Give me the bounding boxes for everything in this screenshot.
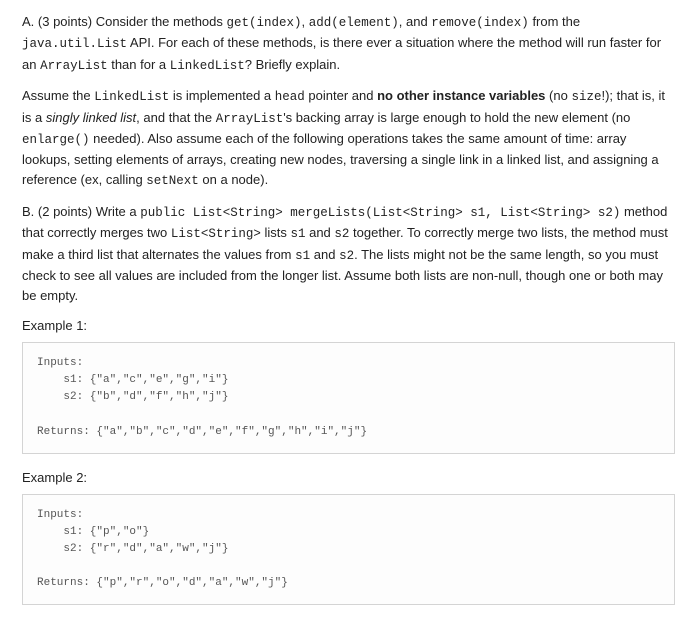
code-head: head xyxy=(275,90,305,104)
code-linkedlist: LinkedList xyxy=(170,59,245,73)
example-2-label: Example 2: xyxy=(22,468,675,488)
code-linkedlist: LinkedList xyxy=(94,90,169,104)
code-setnext: setNext xyxy=(146,174,199,188)
code-enlarge: enlarge() xyxy=(22,133,90,147)
text: , xyxy=(302,14,309,29)
code-java-util-list: java.util.List xyxy=(22,37,127,51)
code-s1: s1 xyxy=(290,227,305,241)
code-add-element: add(element) xyxy=(309,16,399,30)
code-size: size xyxy=(571,90,601,104)
code-s2: s2 xyxy=(334,227,349,241)
code-get-index: get(index) xyxy=(227,16,302,30)
part-a-paragraph-1: A. (3 points) Consider the methods get(i… xyxy=(22,12,675,76)
text: from the xyxy=(529,14,580,29)
text: on a node). xyxy=(199,172,268,187)
text: , and that the xyxy=(136,110,216,125)
example-1-label: Example 1: xyxy=(22,316,675,336)
text: pointer and xyxy=(305,88,377,103)
part-b-paragraph: B. (2 points) Write a public List<String… xyxy=(22,202,675,306)
text: than for a xyxy=(108,57,170,72)
text: and xyxy=(310,247,339,262)
question-page: A. (3 points) Consider the methods get(i… xyxy=(0,0,697,637)
text: needed). Also assume each of the followi… xyxy=(22,131,659,188)
text: , and xyxy=(399,14,432,29)
text: B. (2 points) Write a xyxy=(22,204,140,219)
text: lists xyxy=(261,225,291,240)
code-method-signature: public List<String> mergeLists(List<Stri… xyxy=(140,206,620,220)
code-list-string: List<String> xyxy=(171,227,261,241)
code-arraylist: ArrayList xyxy=(216,112,284,126)
part-a-paragraph-2: Assume the LinkedList is implemented a h… xyxy=(22,86,675,192)
code-s2: s2 xyxy=(339,249,354,263)
example-1-code-block: Inputs: s1: {"a","c","e","g","i"} s2: {"… xyxy=(22,342,675,453)
code-s1: s1 xyxy=(295,249,310,263)
bold-no-other-instance-vars: no other instance variables xyxy=(377,88,545,103)
code-arraylist: ArrayList xyxy=(40,59,108,73)
text: Assume the xyxy=(22,88,94,103)
text: and xyxy=(305,225,334,240)
text: 's backing array is large enough to hold… xyxy=(283,110,630,125)
text: (no xyxy=(545,88,571,103)
example-2-code-block: Inputs: s1: {"p","o"} s2: {"r","d","a","… xyxy=(22,494,675,605)
em-singly-linked-list: singly linked list xyxy=(46,110,136,125)
text: A. (3 points) Consider the methods xyxy=(22,14,227,29)
code-remove-index: remove(index) xyxy=(431,16,529,30)
text: is implemented a xyxy=(169,88,275,103)
text: ? Briefly explain. xyxy=(245,57,340,72)
